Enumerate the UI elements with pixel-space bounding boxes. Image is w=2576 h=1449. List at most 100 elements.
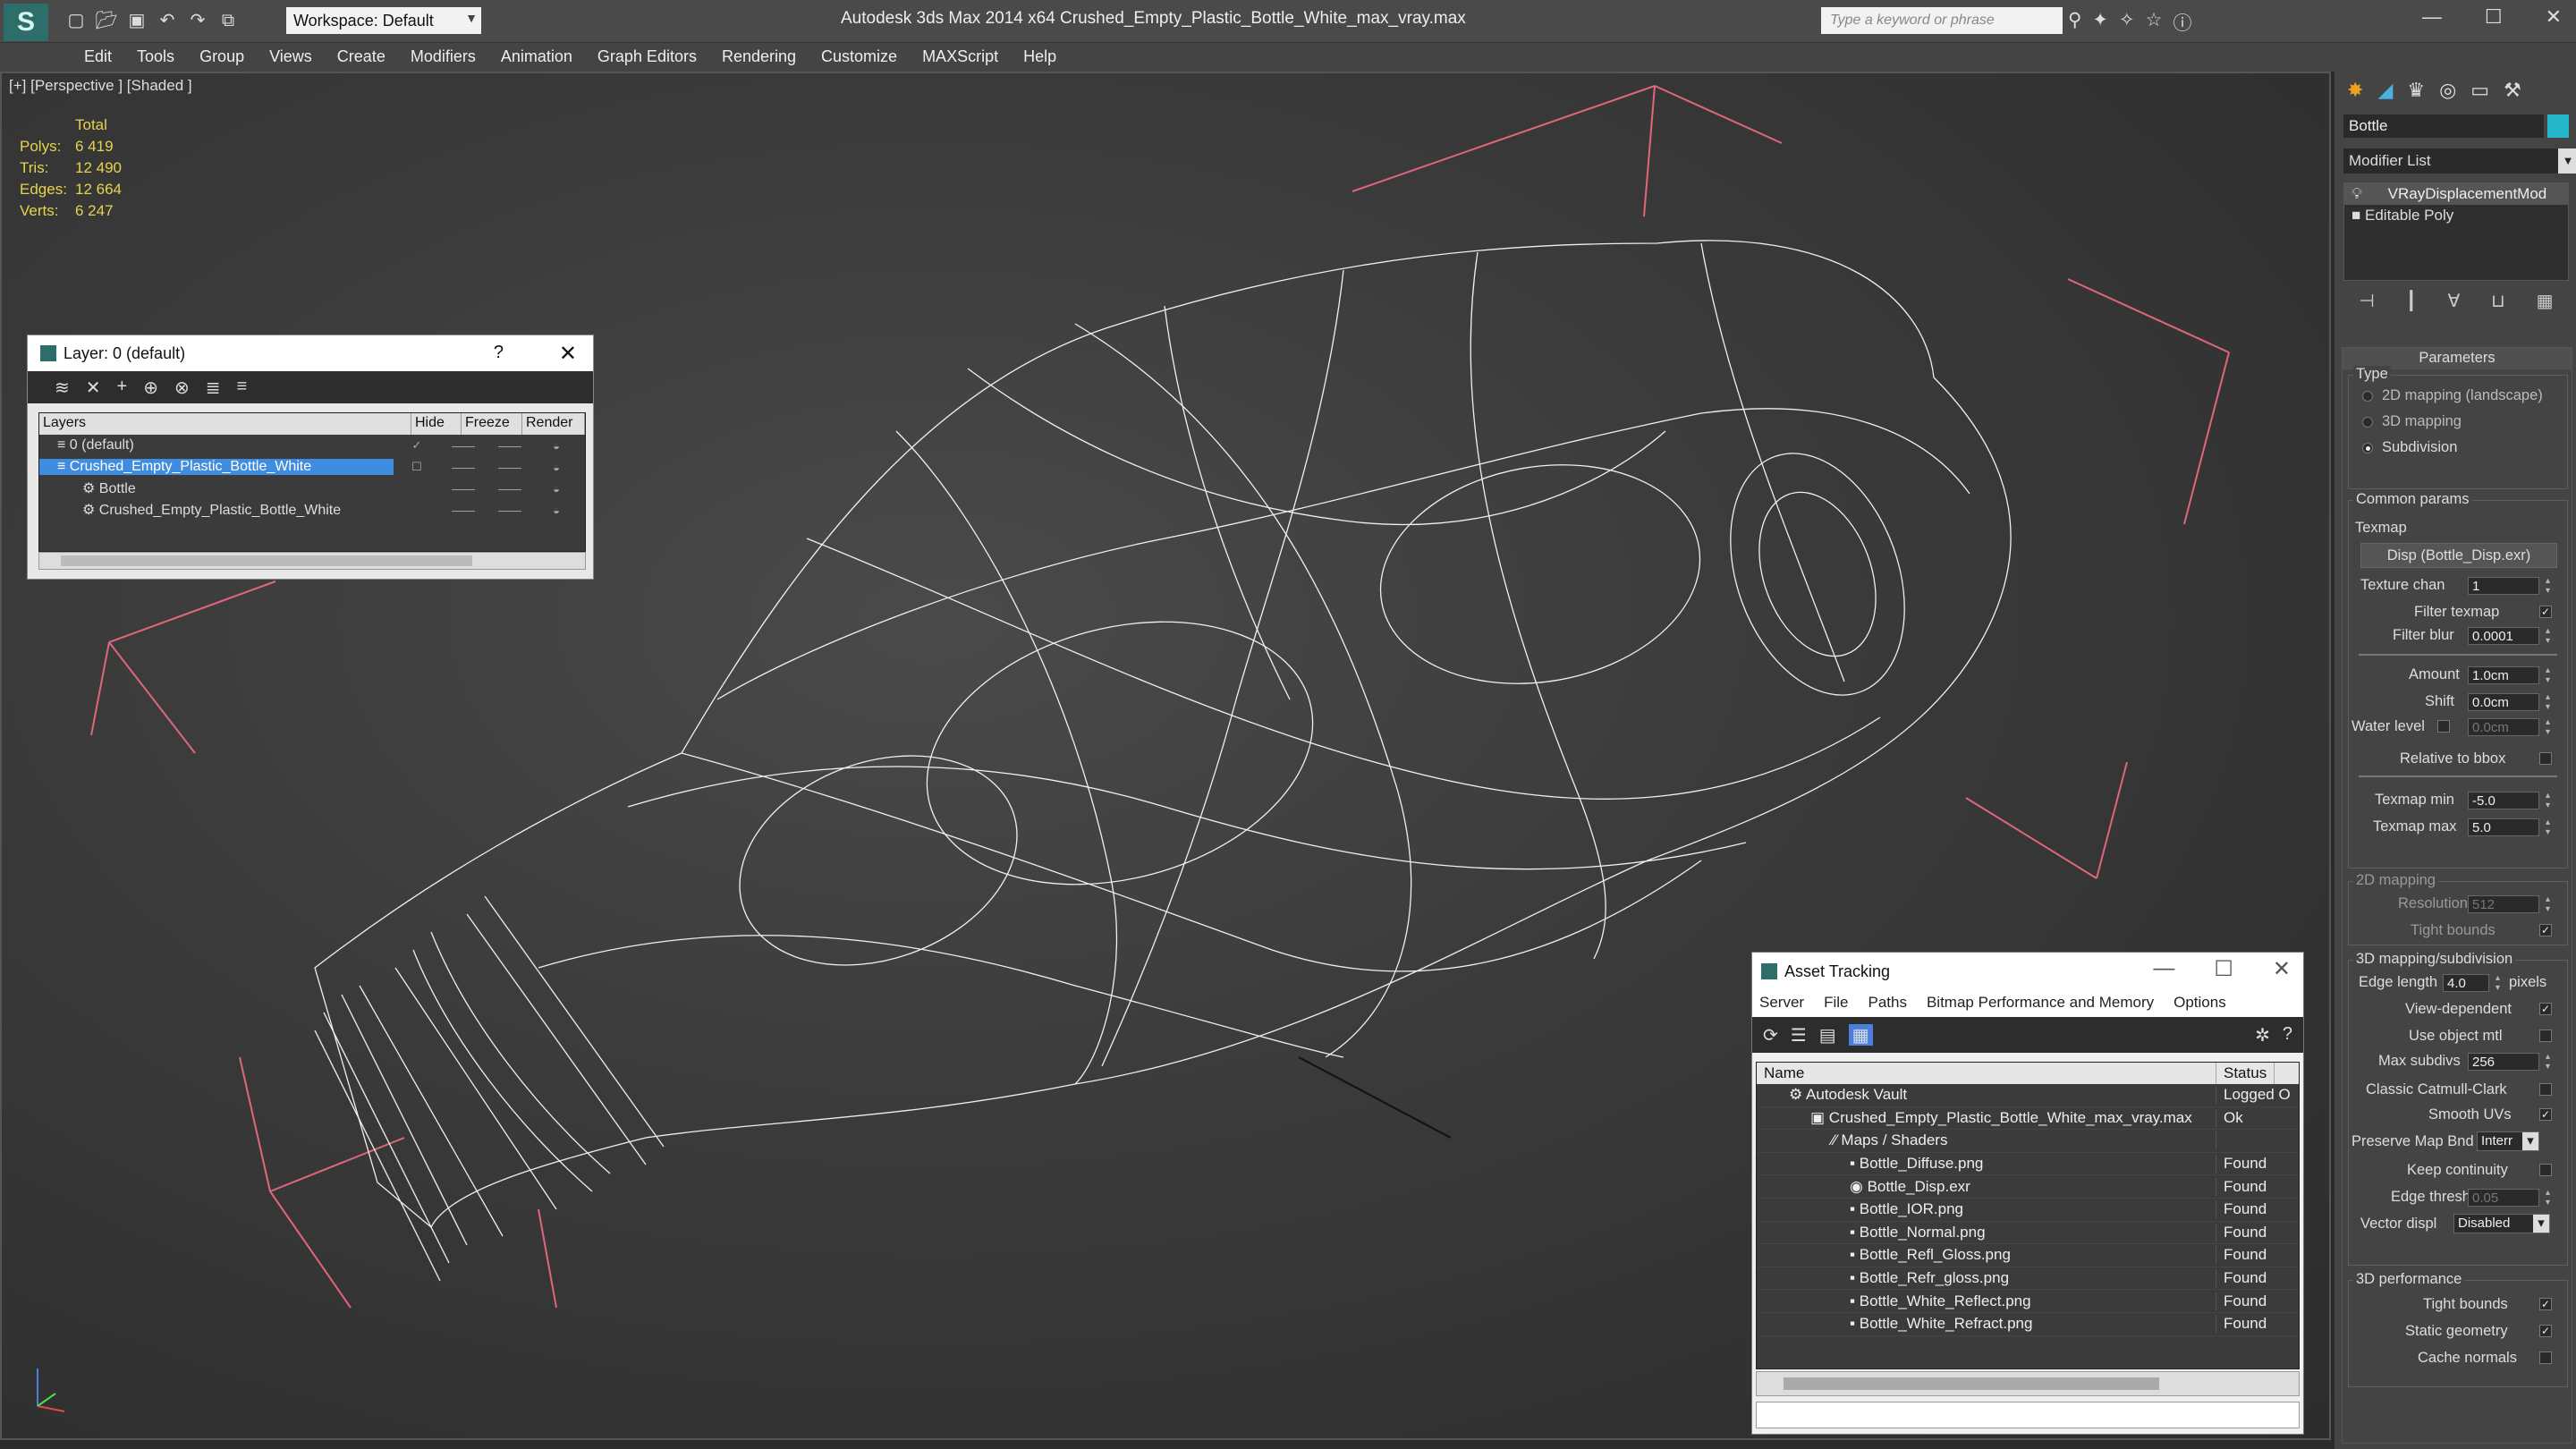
table-row[interactable]: ⁄⁄ Maps / Shaders (1757, 1130, 2299, 1153)
menu-animation[interactable]: Animation (488, 43, 585, 72)
catmull-clark-checkbox[interactable] (2539, 1083, 2552, 1096)
texture-chan-spinner[interactable]: 1 (2468, 576, 2553, 596)
subscription-icon[interactable]: ✦ (2092, 9, 2108, 36)
create-tab-icon[interactable]: ✸ (2347, 79, 2363, 104)
configure-modifier-sets-icon[interactable]: ▦ (2537, 290, 2554, 312)
col-freeze[interactable]: Freeze (462, 413, 522, 435)
current-layer-box[interactable]: ☐ (394, 460, 440, 474)
binoculars-icon[interactable]: ⚲ (2068, 9, 2081, 36)
freeze-layers-icon[interactable]: ≡ (237, 377, 248, 398)
texmap-button[interactable]: Disp (Bottle_Disp.exr) (2360, 543, 2557, 568)
menu-paths[interactable]: Paths (1868, 994, 1906, 1013)
menu-edit[interactable]: Edit (72, 43, 124, 72)
modifier-list-dropdown[interactable]: Modifier List ▼ (2343, 148, 2576, 174)
teapot-icon[interactable]: ◒ (533, 461, 580, 474)
table-row[interactable]: ≡ Crushed_Empty_Plastic_Bottle_White ☐ —— —… (39, 456, 585, 478)
static-geometry-checkbox[interactable]: ✓ (2539, 1325, 2552, 1337)
favorites-star-icon[interactable]: ☆ (2146, 9, 2163, 36)
table-row[interactable]: ▪ Bottle_White_Reflect.png Found (1757, 1290, 2299, 1313)
minimize-icon[interactable]: — (2422, 5, 2442, 29)
hide-layers-icon[interactable]: ≣ (206, 377, 221, 398)
smooth-uvs-checkbox[interactable]: ✓ (2539, 1108, 2552, 1121)
undo-icon[interactable]: ↶ (156, 9, 179, 32)
layer-window-titlebar[interactable]: Layer: 0 (default) ? ✕ (28, 335, 593, 371)
horizontal-scrollbar[interactable] (1756, 1371, 2300, 1396)
col-hide[interactable]: Hide (411, 413, 462, 435)
delete-layer-icon[interactable]: ✕ (86, 377, 101, 398)
menu-views[interactable]: Views (257, 43, 325, 72)
table-row[interactable]: ⚙ Bottle —— —— ◒ (39, 478, 585, 499)
stack-item[interactable]: 💡︎ VRayDisplacementMod (2344, 183, 2568, 205)
project-folder-icon[interactable]: ⧉ (216, 9, 240, 32)
table-row[interactable]: ⚙ Autodesk Vault Logged O (1757, 1084, 2299, 1107)
teapot-icon[interactable]: ◒ (533, 482, 580, 496)
table-row[interactable]: ▪ Bottle_Diffuse.png Found (1757, 1153, 2299, 1176)
menu-rendering[interactable]: Rendering (709, 43, 809, 72)
pin-stack-icon[interactable]: ⊣ (2359, 290, 2374, 312)
menu-group[interactable]: Group (187, 43, 257, 72)
search-input[interactable]: Type a keyword or phrase (1821, 7, 2063, 34)
table-row[interactable]: ▪ Bottle_IOR.png Found (1757, 1199, 2299, 1222)
menu-help[interactable]: Help (1011, 43, 1069, 72)
col-name[interactable]: Name (1757, 1063, 2216, 1084)
table-view-icon[interactable]: ▦ (1848, 1024, 1873, 1046)
show-end-result-icon[interactable]: ┃ (2406, 290, 2417, 312)
refresh-icon[interactable]: ⟳ (1763, 1024, 1778, 1046)
max-subdivs-spinner[interactable]: 256 (2468, 1052, 2553, 1072)
motion-tab-icon[interactable]: ◎ (2439, 79, 2456, 104)
menu-customize[interactable]: Customize (809, 43, 910, 72)
app-logo-icon[interactable]: S (4, 4, 48, 41)
vault-icon[interactable]: ✲ (2255, 1024, 2270, 1046)
redo-icon[interactable]: ↷ (186, 9, 209, 32)
keep-continuity-checkbox[interactable] (2539, 1164, 2552, 1176)
menu-bitmap-performance[interactable]: Bitmap Performance and Memory (1927, 994, 2154, 1013)
col-render[interactable]: Render (522, 413, 585, 435)
workspace-dropdown[interactable]: Workspace: Default ▼ (286, 7, 481, 34)
water-level-checkbox[interactable] (2437, 720, 2450, 733)
radio-2d-mapping[interactable] (2362, 391, 2373, 402)
teapot-icon[interactable]: ◒ (533, 504, 580, 517)
table-row[interactable]: ≡ 0 (default) ✓ —— —— ◒ (39, 435, 585, 456)
add-to-layer-icon[interactable]: + (117, 377, 128, 398)
asset-window-titlebar[interactable]: Asset Tracking — ☐ ✕ (1752, 953, 2303, 990)
preserve-map-bnd-dropdown[interactable]: Interr (2477, 1131, 2539, 1151)
help-icon[interactable]: ? (2283, 1024, 2292, 1046)
amount-spinner[interactable]: 1.0cm (2468, 665, 2553, 685)
hierarchy-tab-icon[interactable]: ♛ (2407, 79, 2425, 104)
use-object-mtl-checkbox[interactable] (2539, 1030, 2552, 1042)
tight-bounds-checkbox[interactable]: ✓ (2539, 1298, 2552, 1310)
menu-create[interactable]: Create (325, 43, 398, 72)
object-color-swatch[interactable] (2547, 114, 2569, 138)
maximize-icon[interactable]: ☐ (2214, 956, 2233, 982)
radio-3d-mapping[interactable] (2362, 417, 2373, 428)
remove-modifier-icon[interactable]: ⊔ (2491, 290, 2505, 312)
menu-options[interactable]: Options (2174, 994, 2226, 1013)
table-row[interactable]: ▪ Bottle_Refl_Gloss.png Found (1757, 1244, 2299, 1267)
teapot-icon[interactable]: ◒ (533, 439, 580, 453)
table-row[interactable]: ▣ Crushed_Empty_Plastic_Bottle_White_max… (1757, 1107, 2299, 1131)
object-name-field[interactable]: Bottle (2343, 114, 2544, 138)
display-tab-icon[interactable]: ▭ (2470, 79, 2489, 104)
vector-displ-dropdown[interactable]: Disabled (2453, 1214, 2550, 1233)
close-icon[interactable]: ✕ (2546, 5, 2562, 29)
scrollbar-thumb[interactable] (61, 555, 472, 566)
modify-tab-icon[interactable]: ◢ (2377, 79, 2393, 104)
menu-tools[interactable]: Tools (124, 43, 187, 72)
menu-modifiers[interactable]: Modifiers (398, 43, 488, 72)
filter-texmap-checkbox[interactable]: ✓ (2539, 606, 2552, 618)
thumbnail-view-icon[interactable]: ▤ (1819, 1024, 1836, 1046)
list-view-icon[interactable]: ☰ (1791, 1024, 1807, 1046)
table-row[interactable]: ◉ Bottle_Disp.exr Found (1757, 1175, 2299, 1199)
horizontal-scrollbar[interactable] (38, 552, 586, 570)
utilities-tab-icon[interactable]: ⚒ (2504, 79, 2521, 104)
create-layer-icon[interactable]: ≋ (55, 377, 70, 398)
texmap-min-spinner[interactable]: -5.0 (2468, 791, 2553, 810)
make-unique-icon[interactable]: ∀ (2448, 290, 2461, 312)
select-objects-icon[interactable]: ⊕ (143, 377, 158, 398)
menu-server[interactable]: Server (1759, 994, 1804, 1013)
stack-item[interactable]: ■ Editable Poly (2344, 205, 2568, 226)
help-button[interactable]: ? (494, 343, 504, 363)
tight-bounds-2d-checkbox[interactable]: ✓ (2539, 924, 2552, 936)
checkmark-icon[interactable]: ✓ (394, 438, 440, 453)
edge-length-spinner[interactable]: 4.0 (2443, 973, 2503, 993)
